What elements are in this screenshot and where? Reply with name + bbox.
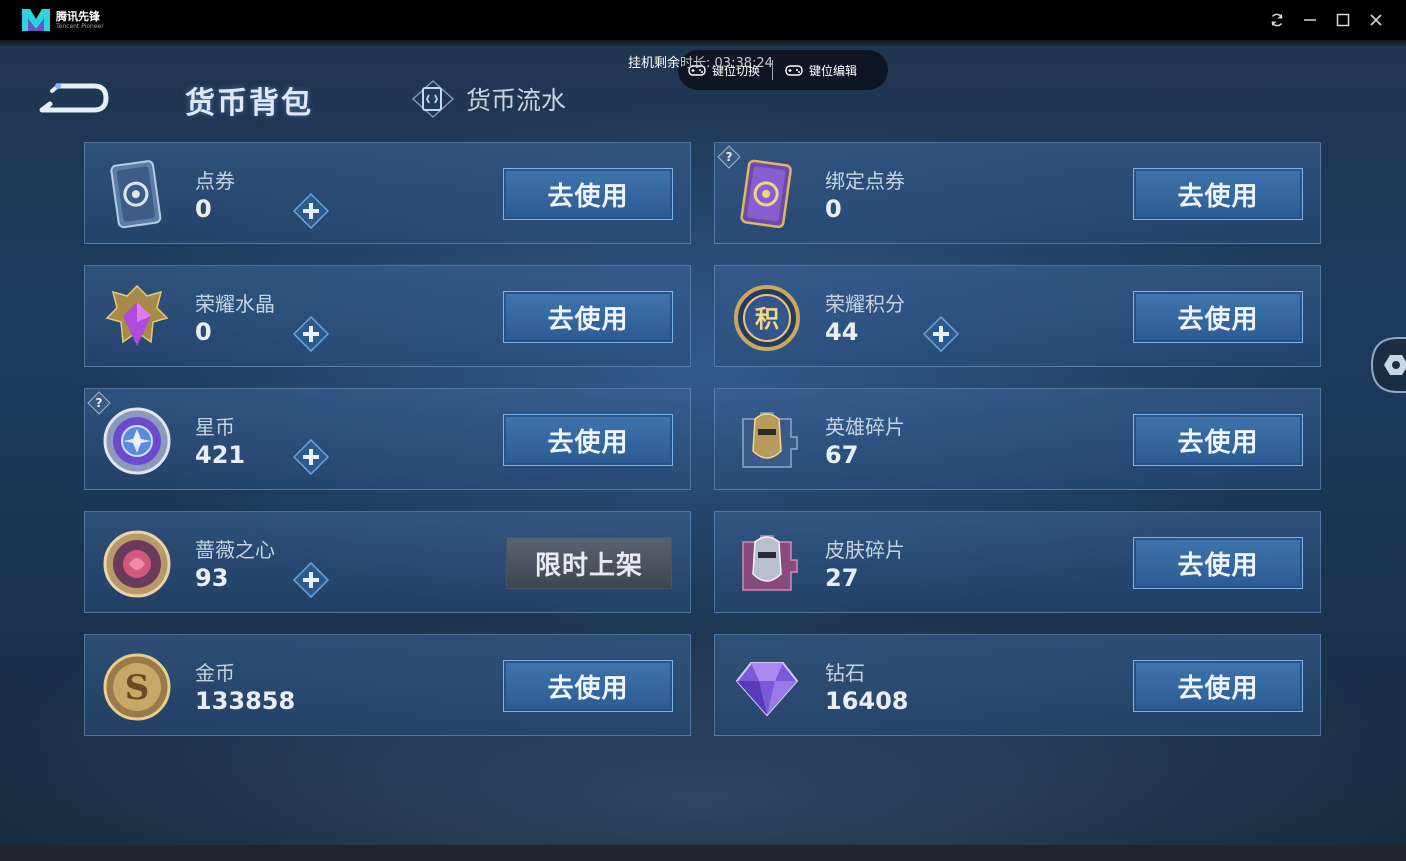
key-edit-button[interactable]: 键位编辑 <box>773 62 869 79</box>
currency-amount: 0 <box>825 195 842 223</box>
svg-text:?: ? <box>726 150 733 164</box>
tab-currency-flow[interactable]: 货币流水 <box>412 80 566 118</box>
maximize-button[interactable] <box>1331 8 1355 32</box>
currency-name: 金币 <box>195 661 235 685</box>
currency-name: 荣耀水晶 <box>195 292 275 316</box>
close-icon <box>1370 14 1382 26</box>
back-arrow-icon[interactable] <box>36 78 110 118</box>
add-currency-plus-icon[interactable] <box>922 315 960 353</box>
currency-name: 英雄碎片 <box>825 415 905 439</box>
brand-name: 腾讯先锋 <box>56 9 100 23</box>
use-button[interactable]: 去使用 <box>1133 414 1303 466</box>
window-titlebar: 腾讯先锋 Tencent Pioneer <box>0 0 1406 40</box>
diamond-icon <box>731 651 803 723</box>
add-currency-plus-icon[interactable] <box>292 561 330 599</box>
help-question-icon[interactable]: ? <box>87 391 111 415</box>
afk-time: 时长: 03:38:24 <box>680 56 773 71</box>
add-currency-plus-icon[interactable] <box>292 315 330 353</box>
skin-fragment-icon <box>731 528 803 600</box>
currency-name: 绑定点券 <box>825 169 905 193</box>
currency-card: 皮肤碎片 27 去使用 <box>714 511 1321 613</box>
gold-coin-icon: S <box>101 651 173 723</box>
currency-name: 荣耀积分 <box>825 292 905 316</box>
key-edit-label: 键位编辑 <box>809 63 858 78</box>
currency-card: 荣耀水晶 0 去使用 <box>84 265 691 367</box>
gamepad-edit-icon <box>785 65 803 76</box>
close-button[interactable] <box>1364 8 1388 32</box>
tencent-pioneer-logo-icon <box>22 9 50 31</box>
use-button[interactable]: 去使用 <box>503 168 673 220</box>
tab-currency-flow-label: 货币流水 <box>466 86 567 115</box>
currency-amount: 133858 <box>195 687 296 715</box>
glory-points-icon: 积 <box>731 282 803 354</box>
brand-subtitle: Tencent Pioneer <box>56 22 104 30</box>
limited-time-button[interactable]: 限时上架 <box>506 537 672 589</box>
currency-name: 皮肤碎片 <box>825 538 905 562</box>
currency-amount: 0 <box>195 195 212 223</box>
glory-crystal-icon <box>101 282 173 354</box>
afk-remaining-timer: 挂机剩余时长: 03:38:24 <box>628 52 773 71</box>
help-question-icon[interactable]: ? <box>717 145 741 169</box>
refresh-icon <box>1271 13 1283 27</box>
use-button[interactable]: 去使用 <box>503 291 673 343</box>
currency-card: 点券 0 去使用 <box>84 142 691 244</box>
bound-coupon-ticket-icon <box>731 159 803 231</box>
currency-name: 星币 <box>195 415 235 439</box>
use-button[interactable]: 去使用 <box>503 414 673 466</box>
currency-flow-icon <box>412 80 454 118</box>
add-currency-plus-icon[interactable] <box>292 438 330 476</box>
currency-amount: 93 <box>195 564 229 592</box>
window-bottom-bar <box>0 845 1406 861</box>
svg-text:积: 积 <box>755 305 779 333</box>
currency-name: 点券 <box>195 169 235 193</box>
coupon-ticket-icon <box>101 159 173 231</box>
use-button[interactable]: 去使用 <box>1133 291 1303 343</box>
hero-fragment-icon <box>731 405 803 477</box>
svg-text:S: S <box>125 668 150 708</box>
side-drawer-handle-icon[interactable] <box>1368 336 1406 394</box>
use-button[interactable]: 去使用 <box>1133 537 1303 589</box>
rose-heart-icon <box>101 528 173 600</box>
currency-amount: 0 <box>195 318 212 346</box>
currency-amount: 16408 <box>825 687 909 715</box>
currency-amount: 44 <box>825 318 859 346</box>
currency-card: 钻石 16408 去使用 <box>714 634 1321 736</box>
use-button[interactable]: 去使用 <box>1133 168 1303 220</box>
currency-name: 钻石 <box>825 661 865 685</box>
currency-card: 蔷薇之心 93 限时上架 <box>84 511 691 613</box>
currency-card: S 金币 133858 去使用 <box>84 634 691 736</box>
currency-card: 绑定点券 0? 去使用 <box>714 142 1321 244</box>
add-currency-plus-icon[interactable] <box>292 192 330 230</box>
currency-name: 蔷薇之心 <box>195 538 275 562</box>
tab-currency-bag[interactable]: 货币背包 <box>185 78 313 122</box>
minimize-icon <box>1304 19 1316 21</box>
currency-card: 英雄碎片 67 去使用 <box>714 388 1321 490</box>
currency-card: 积 荣耀积分 44 去使用 <box>714 265 1321 367</box>
minimize-button[interactable] <box>1298 8 1322 32</box>
refresh-button[interactable] <box>1265 8 1289 32</box>
afk-label: 挂机剩余 <box>628 56 681 71</box>
currency-card: 星币 421? 去使用 <box>84 388 691 490</box>
use-button[interactable]: 去使用 <box>1133 660 1303 712</box>
app-brand: 腾讯先锋 Tencent Pioneer <box>20 6 110 34</box>
svg-text:?: ? <box>96 396 103 410</box>
star-coin-icon <box>101 405 173 477</box>
maximize-icon <box>1336 13 1350 27</box>
currency-amount: 421 <box>195 441 246 469</box>
currency-amount: 67 <box>825 441 859 469</box>
currency-amount: 27 <box>825 564 859 592</box>
use-button[interactable]: 去使用 <box>503 660 673 712</box>
